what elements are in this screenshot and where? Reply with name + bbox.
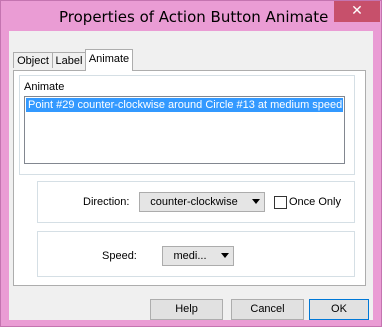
dialog-title: Properties of Action Button Animate Poin… bbox=[59, 8, 371, 26]
speed-value: medi... bbox=[173, 250, 207, 262]
dialog-client: Object Label Animate Animate Point #29 c… bbox=[9, 31, 373, 320]
chevron-down-icon bbox=[252, 199, 260, 204]
tab-animate[interactable]: Animate bbox=[85, 49, 133, 71]
tab-label[interactable]: Label bbox=[52, 52, 86, 68]
title-bar[interactable]: Properties of Action Button Animate Poin… bbox=[1, 1, 381, 31]
speed-group: Speed: medi... bbox=[37, 231, 355, 277]
animate-tab-panel: Animate Point #29 counter-clockwise arou… bbox=[13, 70, 366, 286]
list-item[interactable]: Point #29 counter-clockwise around Circl… bbox=[26, 98, 343, 112]
once-only-label[interactable]: Once Only bbox=[289, 196, 341, 208]
once-only-checkbox[interactable] bbox=[274, 196, 287, 209]
speed-dropdown[interactable]: medi... bbox=[162, 246, 234, 266]
direction-value: counter-clockwise bbox=[150, 196, 238, 208]
close-icon: ✕ bbox=[351, 3, 363, 19]
animate-listbox[interactable]: Point #29 counter-clockwise around Circl… bbox=[24, 96, 345, 164]
help-button[interactable]: Help bbox=[150, 299, 223, 320]
animate-group: Animate Point #29 counter-clockwise arou… bbox=[19, 75, 355, 175]
direction-label: Direction: bbox=[83, 196, 130, 208]
ok-button[interactable]: OK bbox=[309, 299, 369, 320]
animate-group-label: Animate bbox=[24, 81, 65, 93]
cancel-button[interactable]: Cancel bbox=[231, 299, 304, 320]
chevron-down-icon bbox=[221, 253, 229, 258]
direction-group: Direction: counter-clockwise Once Only bbox=[37, 181, 355, 223]
tab-object[interactable]: Object bbox=[13, 52, 53, 68]
dialog-window: Properties of Action Button Animate Poin… bbox=[0, 0, 382, 327]
close-button[interactable]: ✕ bbox=[334, 1, 380, 22]
speed-label: Speed: bbox=[102, 250, 137, 262]
direction-dropdown[interactable]: counter-clockwise bbox=[139, 192, 265, 212]
